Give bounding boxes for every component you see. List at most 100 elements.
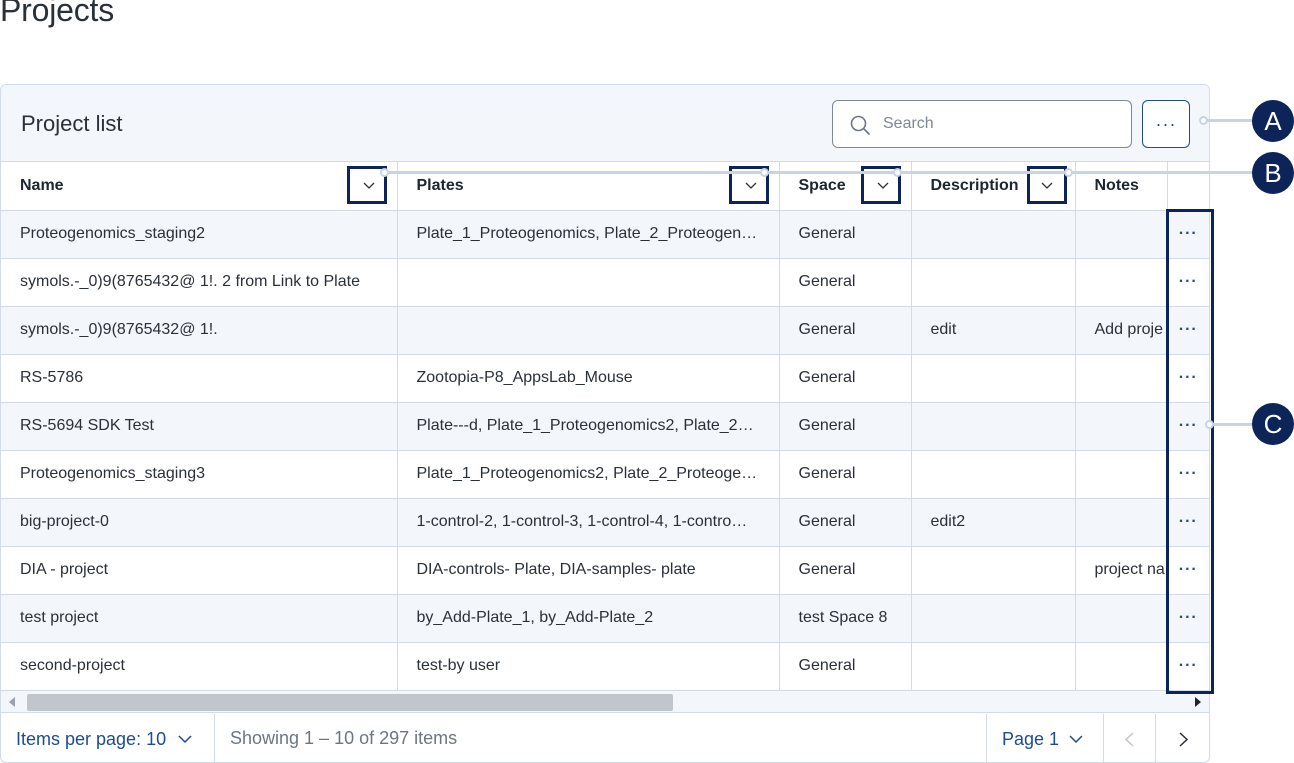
cell-plates: by_Add-Plate_1, by_Add-Plate_2 (397, 594, 780, 643)
cell-description (911, 402, 1076, 451)
search-icon (849, 114, 871, 136)
table-row[interactable]: second-project test-by user General ··· (1, 642, 1209, 691)
scroll-right-icon[interactable] (1195, 697, 1201, 707)
callout-a-dot (1199, 116, 1208, 125)
cell-space: General (779, 642, 912, 691)
cell-plates (397, 306, 780, 355)
cell-notes (1075, 354, 1168, 403)
cell-notes: Add proje (1075, 306, 1168, 355)
table-row[interactable]: RS-5694 SDK Test Plate---d, Plate_1_Prote… (1, 402, 1209, 451)
cell-name: RS-5694 SDK Test (1, 402, 398, 451)
table-row[interactable]: RS-5786 Zootopia-P8_AppsLab_Mouse General ·… (1, 354, 1209, 403)
cell-notes (1075, 258, 1168, 307)
column-header-actions (1167, 162, 1209, 211)
cell-notes (1075, 210, 1168, 259)
cell-notes (1075, 498, 1168, 547)
table-row[interactable]: big-project-0 1-control-2, 1-control-3, 1… (1, 498, 1209, 547)
cell-space: General (779, 354, 912, 403)
scrollbar-thumb[interactable] (27, 694, 673, 711)
callout-b-dot-4 (1064, 168, 1073, 177)
cell-plates: Plate---d, Plate_1_Proteogenomics2, Plat… (397, 402, 780, 451)
table-body: Proteogenomics_staging2 Plate_1_Proteogen… (1, 210, 1209, 691)
highlight-row-actions (1166, 209, 1214, 694)
cell-name: Proteogenomics_staging3 (1, 450, 398, 499)
callout-c-badge: C (1252, 403, 1294, 445)
chevron-down-icon (178, 734, 192, 743)
table-row[interactable]: DIA - project DIA-controls- Plate, DIA-sa… (1, 546, 1209, 595)
items-per-page-select[interactable]: Items per page: 10 (1, 714, 215, 762)
cell-name: big-project-0 (1, 498, 398, 547)
page-label: Page 1 (1002, 728, 1060, 749)
page-title: Projects (0, 0, 114, 28)
cell-plates: test-by user (397, 642, 780, 691)
showing-items-text: Showing 1 – 10 of 297 items (230, 728, 458, 748)
next-page-button[interactable] (1157, 714, 1209, 762)
cell-space: General (779, 402, 912, 451)
cell-plates: Zootopia-P8_AppsLab_Mouse (397, 354, 780, 403)
callout-b-line (383, 171, 1255, 174)
callout-b-dot-1 (380, 168, 389, 177)
cell-description (911, 354, 1076, 403)
cell-name: Proteogenomics_staging2 (1, 210, 398, 259)
cell-description: edit (911, 306, 1076, 355)
chevron-right-icon (1178, 731, 1188, 747)
cell-notes (1075, 594, 1168, 643)
callout-b-badge: B (1252, 152, 1294, 194)
table-row[interactable]: Proteogenomics_staging3 Plate_1_Proteogen… (1, 450, 1209, 499)
cell-space: General (779, 450, 912, 499)
cell-space: General (779, 498, 912, 547)
cell-space: General (779, 210, 912, 259)
callout-b-dot-2 (760, 168, 769, 177)
cell-description (911, 594, 1076, 643)
callout-c-dot (1205, 420, 1214, 429)
cell-plates (397, 258, 780, 307)
horizontal-scrollbar[interactable] (1, 691, 1209, 713)
chevron-down-icon (1069, 734, 1083, 743)
table-footer: Items per page: 10 Showing 1 – 10 of 297… (1, 714, 1209, 762)
cell-plates: 1-control-2, 1-control-3, 1-control-4, 1… (397, 498, 780, 547)
cell-name: test project (1, 594, 398, 643)
cell-notes (1075, 450, 1168, 499)
cell-name: second-project (1, 642, 398, 691)
cell-description (911, 450, 1076, 499)
cell-plates: Plate_1_Proteogenomics2, Plate_2_Proteog… (397, 450, 780, 499)
cell-description (911, 210, 1076, 259)
more-options-button[interactable]: ··· (1142, 100, 1190, 148)
cell-description (911, 258, 1076, 307)
callout-b-dot-3 (893, 168, 902, 177)
column-header-plates: Plates (397, 162, 780, 211)
scroll-left-icon[interactable] (9, 697, 15, 707)
previous-page-button[interactable] (1104, 714, 1156, 762)
cell-space: test Space 8 (779, 594, 912, 643)
card-header: Project list ··· (1, 85, 1209, 162)
column-header-name: Name (1, 162, 398, 211)
cell-description (911, 642, 1076, 691)
callout-c-line (1210, 423, 1256, 426)
projects-table: Name Plates Space Description Notes Prot… (1, 162, 1209, 691)
chevron-left-icon (1125, 731, 1134, 747)
cell-description (911, 546, 1076, 595)
search-box[interactable] (832, 100, 1132, 148)
cell-description: edit2 (911, 498, 1076, 547)
items-per-page-label: Items per page: 10 (16, 728, 167, 749)
card-title: Project list (21, 111, 123, 136)
column-header-notes: Notes (1075, 162, 1168, 211)
cell-space: General (779, 306, 912, 355)
cell-space: General (779, 258, 912, 307)
cell-notes (1075, 402, 1168, 451)
cell-notes: project na (1075, 546, 1168, 595)
callout-a-badge: A (1252, 100, 1294, 142)
search-input[interactable] (883, 113, 1113, 135)
table-row[interactable]: test project by_Add-Plate_1, by_Add-Plate… (1, 594, 1209, 643)
table-row[interactable]: Proteogenomics_staging2 Plate_1_Proteogen… (1, 210, 1209, 259)
cell-plates: DIA-controls- Plate, DIA-samples- plate (397, 546, 780, 595)
cell-name: DIA - project (1, 546, 398, 595)
table-row[interactable]: symols.-_0)9(8765432@ 1!. General edit Add … (1, 306, 1209, 355)
cell-space: General (779, 546, 912, 595)
cell-name: RS-5786 (1, 354, 398, 403)
callout-a-line (1204, 119, 1256, 122)
cell-name: symols.-_0)9(8765432@ 1!. 2 from Link to… (1, 258, 398, 307)
page-select[interactable]: Page 1 (986, 714, 1104, 762)
cell-notes (1075, 642, 1168, 691)
table-row[interactable]: symols.-_0)9(8765432@ 1!. 2 from Link to… (1, 258, 1209, 307)
